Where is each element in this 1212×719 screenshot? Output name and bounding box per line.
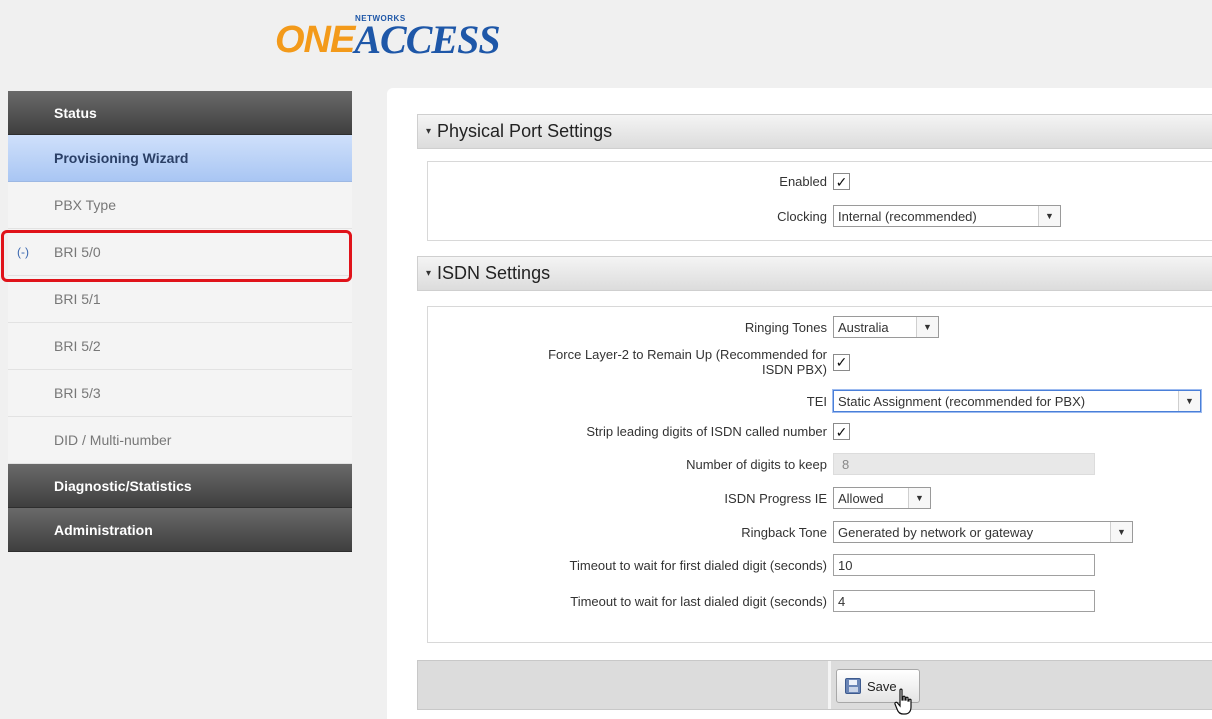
- tei-label: TEI: [806, 393, 827, 409]
- sidebar-item-label: Status: [54, 104, 97, 121]
- timeout-first-label: Timeout to wait for first dialed digit (…: [569, 557, 827, 573]
- enabled-row: Enabled ✓: [428, 173, 1212, 190]
- checkmark-icon: ✓: [835, 423, 848, 440]
- enabled-checkbox[interactable]: ✓: [833, 173, 850, 190]
- force-layer2-label-line2: ISDN PBX): [761, 362, 827, 377]
- chevron-down-icon: ▼: [1178, 391, 1200, 411]
- ringback-tone-select[interactable]: Generated by network or gateway ▼: [833, 521, 1133, 543]
- sidebar-item-label: Provisioning Wizard: [54, 150, 189, 166]
- clocking-select[interactable]: Internal (recommended) ▼: [833, 205, 1061, 227]
- checkmark-icon: ✓: [835, 173, 848, 190]
- logo-text-one: ONE: [275, 19, 355, 61]
- sidebar-item-label: BRI 5/2: [54, 338, 101, 354]
- sidebar-nav: Status Provisioning Wizard PBX Type (-) …: [8, 91, 352, 552]
- strip-digits-checkbox[interactable]: ✓: [833, 423, 850, 440]
- strip-digits-label: Strip leading digits of ISDN called numb…: [586, 424, 827, 439]
- tei-row: TEI Static Assignment (recommended for P…: [428, 390, 1212, 412]
- sidebar-item-administration[interactable]: Administration: [8, 508, 352, 552]
- force-layer2-row: Force Layer-2 to Remain Up (Recommended …: [428, 347, 1212, 377]
- collapse-icon[interactable]: (-): [17, 245, 29, 259]
- force-layer2-label-line1: Force Layer-2 to Remain Up (Recommended …: [548, 347, 827, 362]
- force-layer2-checkbox[interactable]: ✓: [833, 353, 850, 371]
- timeout-last-input[interactable]: 4: [833, 590, 1095, 612]
- timeout-last-row: Timeout to wait for last dialed digit (s…: [428, 590, 1212, 612]
- sidebar-item-label: BRI 5/1: [54, 291, 101, 307]
- chevron-down-icon: ▼: [916, 317, 938, 337]
- sidebar-item-label: BRI 5/3: [54, 385, 101, 401]
- timeout-first-input[interactable]: 10: [833, 554, 1095, 576]
- clocking-value: Internal (recommended): [838, 208, 977, 224]
- sidebar-item-label: Administration: [54, 521, 153, 538]
- section-title: Physical Port Settings: [437, 121, 613, 141]
- main-panel: ▾ Physical Port Settings Enabled ✓ Clock…: [387, 88, 1212, 719]
- timeout-first-row: Timeout to wait for first dialed digit (…: [428, 554, 1212, 576]
- sidebar-item-provisioning-wizard[interactable]: Provisioning Wizard: [8, 135, 352, 182]
- chevron-down-icon: ▼: [908, 488, 930, 508]
- sidebar-item-bri-5-3[interactable]: BRI 5/3: [8, 370, 352, 417]
- digits-to-keep-row: Number of digits to keep 8: [428, 453, 1212, 475]
- physical-port-settings-body: Enabled ✓ Clocking Internal (recommended…: [427, 161, 1212, 241]
- footer-divider: [828, 661, 831, 709]
- collapse-arrow-icon: ▾: [426, 126, 432, 137]
- sidebar-item-label: Diagnostic/Statistics: [54, 477, 192, 494]
- ringing-tones-value: Australia: [838, 319, 889, 335]
- physical-port-settings-header[interactable]: ▾ Physical Port Settings: [417, 114, 1212, 149]
- ringback-tone-label: Ringback Tone: [741, 524, 827, 540]
- isdn-settings-header[interactable]: ▾ ISDN Settings: [417, 256, 1212, 291]
- sidebar-item-bri-5-2[interactable]: BRI 5/2: [8, 323, 352, 370]
- sidebar-item-label: PBX Type: [54, 197, 117, 213]
- isdn-progress-select[interactable]: Allowed ▼: [833, 487, 931, 509]
- sidebar-item-bri-5-1[interactable]: BRI 5/1: [8, 276, 352, 323]
- collapse-arrow-icon: ▾: [426, 268, 432, 279]
- clocking-label: Clocking: [777, 208, 827, 224]
- ringing-tones-label: Ringing Tones: [744, 319, 827, 335]
- clocking-row: Clocking Internal (recommended) ▼: [428, 205, 1212, 227]
- ringback-tone-row: Ringback Tone Generated by network or ga…: [428, 521, 1212, 543]
- enabled-label: Enabled: [779, 174, 827, 189]
- oneaccess-logo: ONE ACCESS NETWORKS: [275, 10, 501, 70]
- form-footer: Save: [417, 660, 1212, 710]
- chevron-down-icon: ▼: [1038, 206, 1060, 226]
- save-button-label: Save: [867, 678, 897, 694]
- sidebar-item-status[interactable]: Status: [8, 91, 352, 135]
- sidebar-item-diagnostic-statistics[interactable]: Diagnostic/Statistics: [8, 464, 352, 508]
- tei-select[interactable]: Static Assignment (recommended for PBX) …: [833, 390, 1201, 412]
- sidebar-item-did-multi-number[interactable]: DID / Multi-number: [8, 417, 352, 464]
- digits-to-keep-input: 8: [833, 453, 1095, 475]
- ringing-tones-row: Ringing Tones Australia ▼: [428, 316, 1212, 338]
- tei-value: Static Assignment (recommended for PBX): [838, 393, 1086, 409]
- isdn-progress-row: ISDN Progress IE Allowed ▼: [428, 487, 1212, 509]
- sidebar-item-label: BRI 5/0: [54, 244, 101, 260]
- ringback-tone-value: Generated by network or gateway: [838, 524, 1034, 540]
- isdn-settings-body: Ringing Tones Australia ▼ Force Layer-2 …: [427, 306, 1212, 643]
- isdn-progress-value: Allowed: [838, 490, 884, 506]
- timeout-last-label: Timeout to wait for last dialed digit (s…: [570, 593, 827, 609]
- ringing-tones-select[interactable]: Australia ▼: [833, 316, 939, 338]
- hand-pointer-icon: [894, 688, 912, 715]
- sidebar-item-bri-5-0[interactable]: (-) BRI 5/0: [8, 229, 352, 276]
- isdn-progress-label: ISDN Progress IE: [724, 490, 827, 506]
- sidebar-item-pbx-type[interactable]: PBX Type: [8, 182, 352, 229]
- digits-to-keep-label: Number of digits to keep: [686, 456, 827, 472]
- section-title: ISDN Settings: [437, 263, 551, 283]
- chevron-down-icon: ▼: [1110, 522, 1132, 542]
- logo-text-networks: NETWORKS: [353, 14, 408, 23]
- strip-digits-row: Strip leading digits of ISDN called numb…: [428, 423, 1212, 440]
- checkmark-icon: ✓: [835, 354, 848, 370]
- floppy-disk-icon: [845, 678, 861, 694]
- force-layer2-label: Force Layer-2 to Remain Up (Recommended …: [428, 347, 833, 377]
- sidebar-item-label: DID / Multi-number: [54, 432, 172, 448]
